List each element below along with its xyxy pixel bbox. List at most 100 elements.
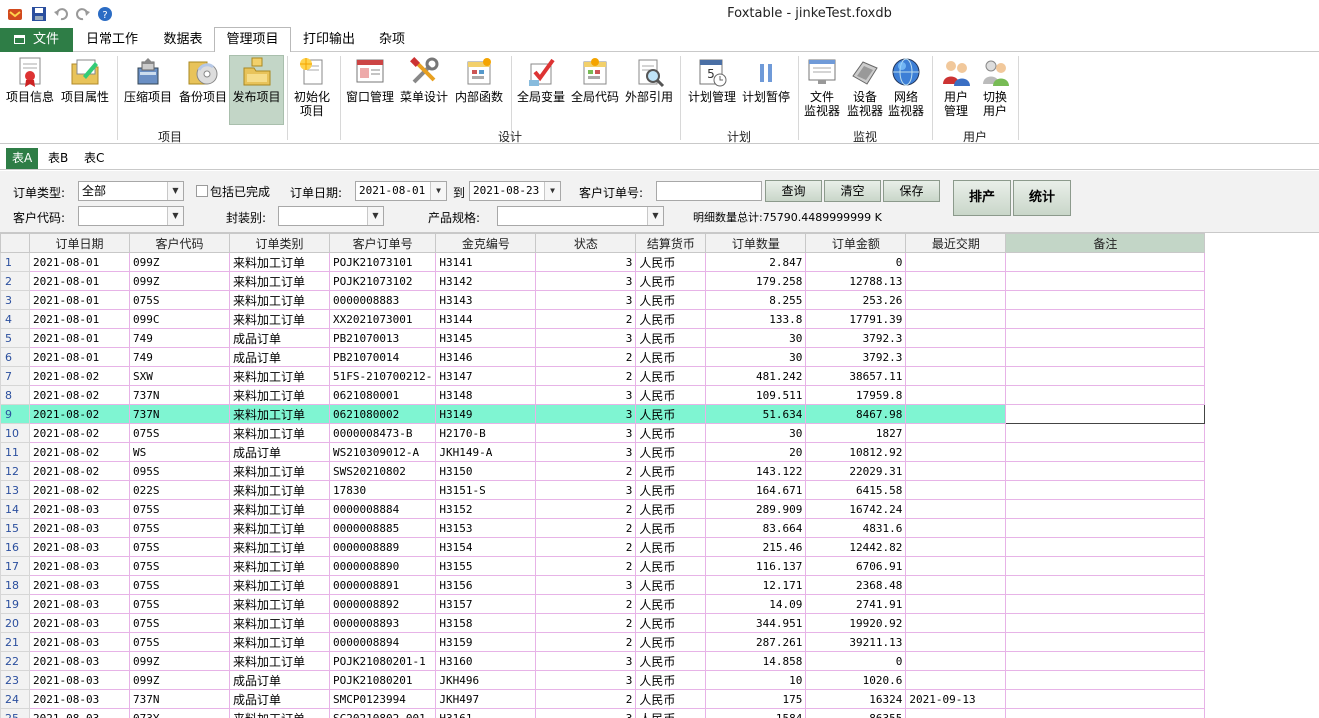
table-cell[interactable]: 481.242	[705, 366, 807, 386]
schedule-manage-button[interactable]: 5 计划管理	[685, 56, 739, 124]
table-cell[interactable]: 133.8	[705, 309, 807, 329]
table-cell[interactable]: 来料加工订单	[229, 366, 330, 386]
table-cell[interactable]: 成品订单	[229, 670, 330, 690]
table-row[interactable]: 9 2021-08-02 737N 来料加工订单 0621080002 H3149 3 人民币…	[0, 404, 1206, 424]
table-cell[interactable]: 51FS-210700212-	[328, 366, 437, 386]
table-row[interactable]: 8 2021-08-02 737N 来料加工订单 0621080001 H3148 3 人民币…	[0, 385, 1206, 405]
row-number-cell[interactable]: 14	[0, 499, 30, 519]
tab-sheet-b[interactable]: 表B	[42, 148, 74, 169]
table-cell[interactable]: 30	[705, 423, 807, 443]
table-cell[interactable]: 人民币	[635, 309, 707, 329]
tab-print-output[interactable]: 打印输出	[296, 28, 362, 52]
table-cell[interactable]: 17791.39	[805, 309, 907, 329]
table-cell[interactable]: 3	[535, 385, 637, 405]
table-cell[interactable]: 22029.31	[805, 461, 907, 481]
table-cell[interactable]: 6415.58	[805, 480, 907, 500]
row-number-cell[interactable]: 16	[0, 537, 30, 557]
row-number-cell[interactable]: 25	[0, 708, 30, 718]
table-cell[interactable]: 075S	[129, 632, 230, 652]
row-number-cell[interactable]: 22	[0, 651, 30, 671]
device-monitor-button[interactable]: 设备 监视器	[845, 56, 885, 124]
table-cell[interactable]: H3144	[435, 309, 537, 329]
table-cell[interactable]: 289.909	[705, 499, 807, 519]
table-cell[interactable]: 6706.91	[805, 556, 907, 576]
table-cell[interactable]	[905, 537, 1007, 557]
table-cell[interactable]: 109.511	[705, 385, 807, 405]
table-cell[interactable]: H3148	[435, 385, 537, 405]
table-cell[interactable]	[905, 290, 1007, 310]
global-code-button[interactable]: 全局代码	[568, 56, 622, 124]
table-cell[interactable]	[1005, 575, 1206, 595]
date-from-input[interactable]: 2021-08-01 ▼	[355, 181, 447, 201]
table-cell[interactable]: 116.137	[705, 556, 807, 576]
table-cell[interactable]	[905, 613, 1007, 633]
table-cell[interactable]: 022S	[129, 480, 230, 500]
table-cell[interactable]: 来料加工订单	[229, 651, 330, 671]
table-cell[interactable]: 287.261	[705, 632, 807, 652]
table-cell[interactable]	[1005, 594, 1206, 614]
table-cell[interactable]: JKH497	[435, 689, 537, 709]
table-cell[interactable]: 0	[805, 651, 907, 671]
table-cell[interactable]: 17959.8	[805, 385, 907, 405]
table-cell[interactable]: 2021-08-03	[29, 594, 130, 614]
column-header[interactable]: 结算货币	[635, 233, 707, 253]
file-monitor-button[interactable]: 文件 监视器	[802, 56, 842, 124]
table-cell[interactable]: 2021-08-03	[29, 556, 130, 576]
table-cell[interactable]: H3159	[435, 632, 537, 652]
table-cell[interactable]: H3161	[435, 708, 537, 718]
table-cell[interactable]	[1005, 480, 1206, 500]
table-cell[interactable]: 成品订单	[229, 442, 330, 462]
table-cell[interactable]	[1005, 632, 1206, 652]
table-cell[interactable]: 来料加工订单	[229, 480, 330, 500]
schedule-pause-button[interactable]: 计划暂停	[739, 56, 793, 124]
row-number-cell[interactable]: 11	[0, 442, 30, 462]
table-cell[interactable]: 30	[705, 328, 807, 348]
table-cell[interactable]: 14.858	[705, 651, 807, 671]
table-cell[interactable]: JKH496	[435, 670, 537, 690]
table-cell[interactable]: 人民币	[635, 404, 707, 424]
table-cell[interactable]: 075S	[129, 290, 230, 310]
table-cell[interactable]	[905, 442, 1007, 462]
table-cell[interactable]: 来料加工订单	[229, 499, 330, 519]
table-cell[interactable]: 人民币	[635, 708, 707, 718]
table-cell[interactable]: 2	[535, 347, 637, 367]
table-cell[interactable]: 2021-08-03	[29, 575, 130, 595]
table-cell[interactable]: 3792.3	[805, 328, 907, 348]
table-cell[interactable]	[905, 651, 1007, 671]
table-cell[interactable]: SXW	[129, 366, 230, 386]
project-properties-button[interactable]: 项目属性	[58, 56, 112, 124]
table-cell[interactable]: WS210309012-A	[328, 442, 437, 462]
table-cell[interactable]: 人民币	[635, 670, 707, 690]
table-cell[interactable]: 0000008883	[328, 290, 437, 310]
row-number-cell[interactable]: 6	[0, 347, 30, 367]
table-cell[interactable]: 0621080002	[328, 404, 437, 424]
schedule-production-button[interactable]: 排产	[953, 180, 1011, 216]
table-cell[interactable]	[1005, 708, 1206, 718]
customer-code-select[interactable]: ▼	[78, 206, 184, 226]
table-cell[interactable]: 人民币	[635, 328, 707, 348]
table-cell[interactable]: 2021-08-03	[29, 708, 130, 718]
table-cell[interactable]: 3	[535, 670, 637, 690]
table-cell[interactable]: PB21070013	[328, 328, 437, 348]
switch-user-button[interactable]: 切换 用户	[975, 56, 1015, 124]
row-number-cell[interactable]: 4	[0, 309, 30, 329]
table-cell[interactable]: POJK21080201-1	[328, 651, 437, 671]
table-cell[interactable]	[905, 252, 1007, 272]
table-cell[interactable]: 3	[535, 651, 637, 671]
table-cell[interactable]: 来料加工订单	[229, 309, 330, 329]
table-cell[interactable]: 075S	[129, 518, 230, 538]
table-cell[interactable]: 人民币	[635, 556, 707, 576]
table-cell[interactable]: 0621080001	[328, 385, 437, 405]
table-cell[interactable]: 0000008892	[328, 594, 437, 614]
table-cell[interactable]: 3	[535, 290, 637, 310]
table-cell[interactable]	[1005, 537, 1206, 557]
compress-project-button[interactable]: 压缩项目	[121, 56, 175, 124]
table-cell[interactable]: 人民币	[635, 632, 707, 652]
row-number-cell[interactable]: 1	[0, 252, 30, 272]
table-cell[interactable]: 51.634	[705, 404, 807, 424]
table-cell[interactable]: 2021-08-02	[29, 404, 130, 424]
table-row[interactable]: 20 2021-08-03 075S 来料加工订单 0000008893 H3158 2 人民…	[0, 613, 1206, 633]
table-cell[interactable]: 2021-08-01	[29, 252, 130, 272]
table-cell[interactable]: XX2021073001	[328, 309, 437, 329]
table-row[interactable]: 7 2021-08-02 SXW 来料加工订单 51FS-210700212- H3147…	[0, 366, 1206, 386]
